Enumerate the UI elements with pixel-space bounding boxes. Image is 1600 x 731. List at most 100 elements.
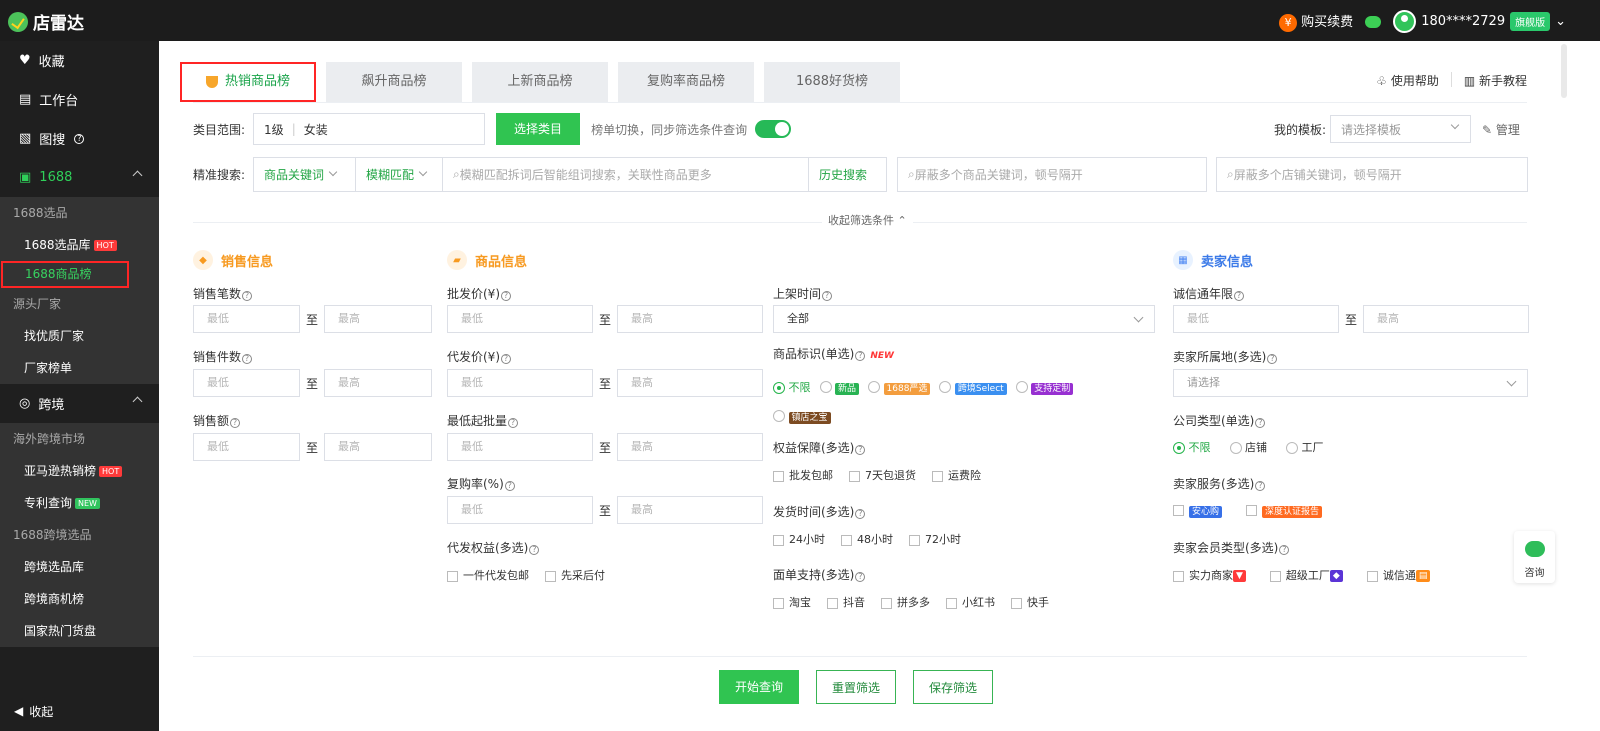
company-type-options: 不限 店铺 工厂 [1173, 439, 1324, 455]
power-checkbox[interactable]: 实力商家 ▼ [1173, 567, 1246, 583]
mark-unlimited-radio[interactable]: 不限 [773, 379, 811, 395]
cloud-download-icon[interactable] [1365, 15, 1382, 28]
sidebar-item-country-hot[interactable]: 国家热门货盘 [0, 615, 159, 647]
sales-amount-min[interactable]: 最低 [193, 433, 300, 461]
save-filter-button[interactable]: 保存筛选 [913, 670, 993, 704]
search-row: 精准搜索: 商品关键词 模糊匹配 ⌕ 模糊匹配拆词后智能组词搜索，关联性商品更多… [193, 156, 1529, 192]
scrollbar-thumb[interactable] [1561, 44, 1567, 98]
sales-count-min[interactable]: 最低 [193, 305, 300, 333]
douyin-checkbox[interactable]: 抖音 [827, 594, 865, 610]
wholesale-min[interactable]: 最低 [447, 305, 593, 333]
wholesale-max[interactable]: 最高 [617, 305, 764, 333]
mark-custom-radio[interactable]: 支持定制 [1015, 380, 1074, 395]
tab-divider [193, 102, 1527, 103]
sync-toggle[interactable] [755, 120, 792, 138]
factory-radio[interactable]: 工厂 [1286, 439, 1324, 455]
tab-rising-ranking[interactable]: 飙升商品榜 [326, 62, 462, 102]
super-factory-label: 超级工厂 [1285, 569, 1330, 582]
trust-years-max[interactable]: 最高 [1363, 305, 1530, 333]
h24-checkbox[interactable]: 24小时 [773, 531, 825, 547]
mark-new-radio[interactable]: 新品 [819, 380, 860, 395]
sidebar-item-amazon[interactable]: 亚马逊热销榜 HOT [0, 455, 159, 487]
tab-hot-ranking[interactable]: 热销商品榜 [180, 62, 316, 102]
choose-category-button[interactable]: 选择类目 [496, 113, 581, 145]
search-icon: ⌕ [908, 166, 915, 181]
usage-help-link[interactable]: ♧ 使用帮助 [1376, 72, 1439, 89]
pdd-checkbox[interactable]: 拼多多 [881, 594, 930, 610]
range-separator: 至 [599, 376, 612, 391]
mark-shop-treasure-radio[interactable]: 镇店之宝 [773, 409, 831, 424]
wholesale-free-checkbox[interactable]: 批发包邮 [773, 467, 833, 483]
keyword-type-select[interactable]: 商品关键词 [253, 156, 357, 192]
sidebar-item-find-factory[interactable]: 找优质厂家 [0, 320, 159, 352]
min-batch-max[interactable]: 最高 [617, 433, 764, 461]
trust-years-min[interactable]: 最低 [1173, 305, 1339, 333]
sidebar-item-cross-opportunity[interactable]: 跨境商机榜 [0, 583, 159, 615]
repurchase-max[interactable]: 最高 [617, 496, 764, 524]
min-batch-min[interactable]: 最低 [447, 433, 593, 461]
sales-items-max[interactable]: 最高 [324, 369, 433, 397]
sidebar-item-1688[interactable]: ▣ 1688 [0, 158, 159, 197]
sales-amount-max[interactable]: 最高 [324, 433, 433, 461]
first-use-checkbox[interactable]: 先采后付 [545, 567, 605, 583]
anxin-checkbox[interactable]: 安心购 [1173, 503, 1223, 518]
h72-checkbox[interactable]: 72小时 [909, 531, 961, 547]
kuaishou-checkbox[interactable]: 快手 [1011, 594, 1049, 610]
reset-filter-button[interactable]: 重置筛选 [816, 670, 896, 704]
match-type-select[interactable]: 模糊匹配 [356, 156, 444, 192]
freight-checkbox[interactable]: 运费险 [932, 467, 981, 483]
super-factory-checkbox[interactable]: 超级工厂 ◆ [1269, 567, 1343, 583]
sidebar-item-image-search[interactable]: ▧ 图搜? [0, 119, 159, 158]
taobao-checkbox[interactable]: 淘宝 [773, 594, 811, 610]
collapse-icon: ◀ [14, 704, 24, 718]
tutorial-link[interactable]: ▥ 新手教程 [1464, 72, 1527, 89]
location-select[interactable]: 请选择 [1173, 369, 1528, 397]
sidebar-item-favorites[interactable]: ♥ 收藏 [0, 41, 159, 80]
sales-items-min[interactable]: 最低 [193, 369, 300, 397]
sidebar-item-1688-library[interactable]: 1688选品库 HOT [0, 229, 159, 261]
category-field[interactable]: 1级 | 女装 [253, 113, 486, 145]
sidebar-label: 跨境 [38, 398, 65, 413]
seven-days-checkbox[interactable]: 7天包退货 [849, 467, 916, 483]
trust-checkbox[interactable]: 诚信通 ▤ [1366, 567, 1431, 583]
h48-checkbox[interactable]: 48小时 [841, 531, 893, 547]
one-piece-checkbox[interactable]: 一件代发包邮 [447, 567, 529, 583]
xhs-checkbox[interactable]: 小红书 [946, 594, 995, 610]
manage-template-button[interactable]: ✎ 管理 [1482, 121, 1520, 138]
tab-repurchase-ranking[interactable]: 复购率商品榜 [618, 62, 754, 102]
dropship-min[interactable]: 最低 [447, 369, 593, 397]
history-search-button[interactable]: 历史搜索 [809, 156, 888, 192]
sidebar-item-1688-ranking[interactable]: 1688商品榜 [1, 261, 129, 288]
start-query-button[interactable]: 开始查询 [719, 670, 799, 704]
consult-button[interactable]: 咨询 [1514, 531, 1555, 583]
buy-renew-button[interactable]: ¥ 购买续费 [1279, 11, 1353, 32]
listing-time-select[interactable]: 全部 [773, 305, 1155, 333]
collapse-filters-button[interactable]: 收起筛选条件 ⌃ [822, 212, 913, 228]
block-goods-input[interactable]: ⌕ 屏蔽多个商品关键词，顿号隔开 [897, 156, 1208, 192]
dropship-max[interactable]: 最高 [617, 369, 764, 397]
tab-new-ranking[interactable]: 上新商品榜 [472, 62, 608, 102]
store-radio[interactable]: 店铺 [1229, 439, 1267, 455]
block-shop-input[interactable]: ⌕ 屏蔽多个店铺关键词，顿号隔开 [1216, 156, 1529, 192]
sidebar-item-cross-library[interactable]: 跨境选品库 [0, 551, 159, 583]
keyword-search-input[interactable]: ⌕ 模糊匹配拆词后智能组词搜索，关联性商品更多 [443, 156, 810, 192]
account-menu[interactable]: 180****2729 旗舰版 ⌄ [1393, 10, 1566, 33]
actions-divider [193, 656, 1527, 657]
company-unlimited-radio[interactable]: 不限 [1173, 439, 1211, 455]
sales-count-max[interactable]: 最高 [324, 305, 433, 333]
tab-good-items-ranking[interactable]: 1688好货榜 [764, 62, 900, 102]
sidebar-item-patent[interactable]: 专利查询 NEW [0, 487, 159, 519]
sidebar-item-crossborder[interactable]: ◎ 跨境 [0, 384, 159, 423]
sidebar-item-factory-rank[interactable]: 厂家榜单 [0, 352, 159, 384]
repurchase-min[interactable]: 最低 [447, 496, 593, 524]
mark-cross-select-radio[interactable]: 跨境Select [939, 380, 1007, 395]
usage-help-label: 使用帮助 [1390, 74, 1439, 88]
depth-report-checkbox[interactable]: 深度认证报告 [1246, 503, 1323, 518]
mark-strict-radio[interactable]: 1688严选 [868, 380, 931, 395]
sidebar-item-workbench[interactable]: ▤ 工作台 [0, 80, 159, 119]
sidebar-collapse-button[interactable]: ◀ 收起 [0, 691, 159, 731]
search-icon: ⌕ [453, 166, 460, 181]
template-select[interactable]: 请选择模板 [1330, 115, 1472, 143]
app-logo[interactable]: 店雷达 [8, 9, 84, 34]
location-text: 卖家所属地(多选) [1173, 350, 1267, 364]
